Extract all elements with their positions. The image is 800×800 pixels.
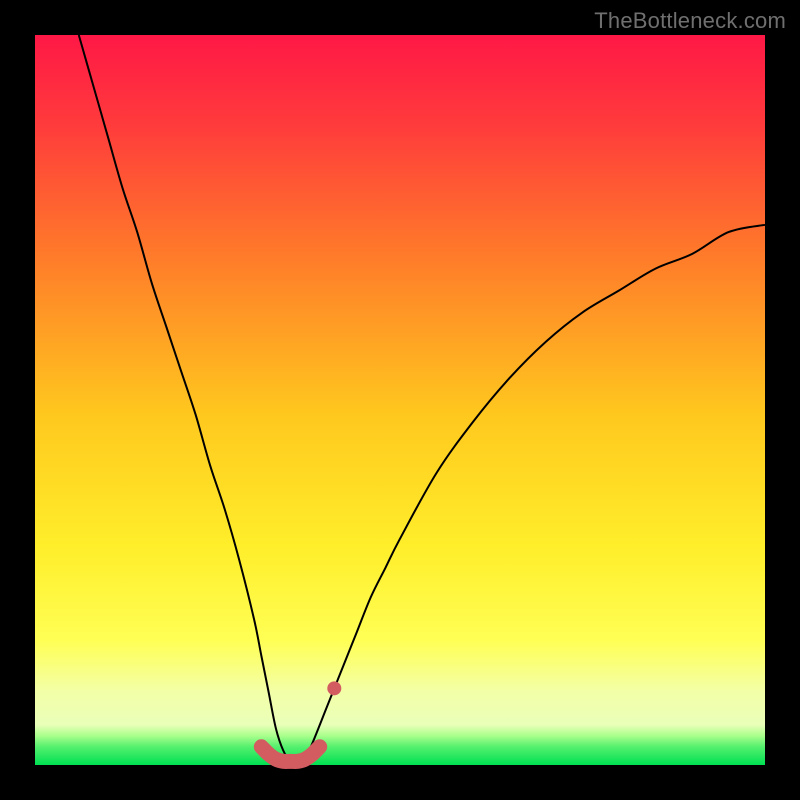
plot-area (35, 35, 765, 765)
chart-container: TheBottleneck.com (0, 0, 800, 800)
bottleneck-chart (0, 0, 800, 800)
gradient-background (35, 35, 765, 765)
watermark: TheBottleneck.com (594, 8, 786, 34)
marker-dot (327, 681, 341, 695)
